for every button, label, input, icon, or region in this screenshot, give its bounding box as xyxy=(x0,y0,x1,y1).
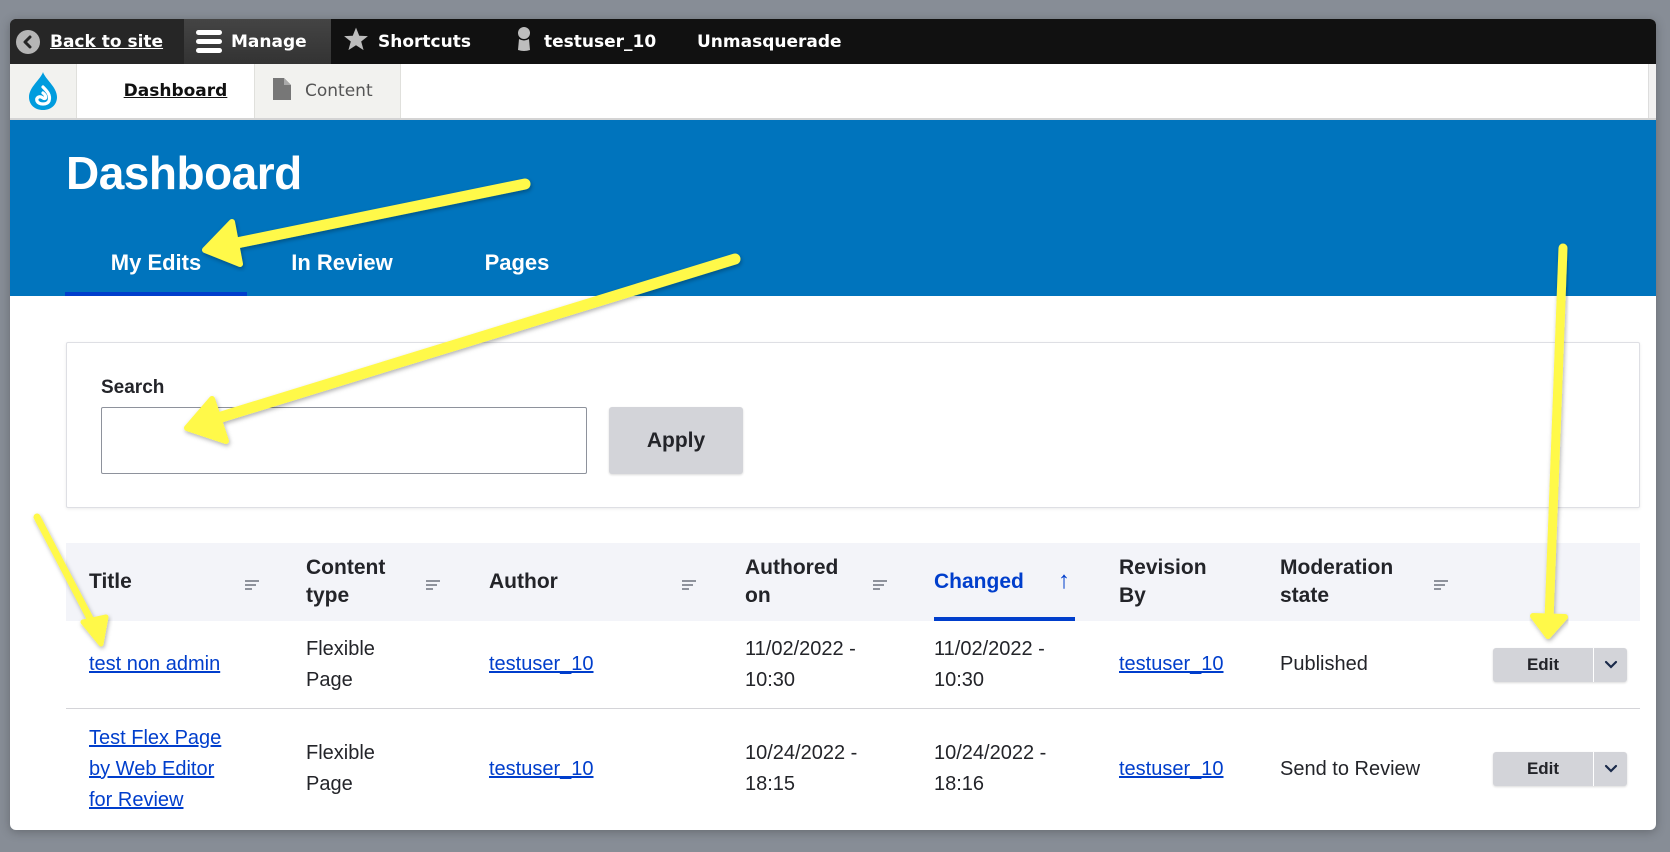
row-moderation-state: Published xyxy=(1280,653,1368,675)
user-icon xyxy=(513,26,535,57)
nav-content-link[interactable]: Content xyxy=(254,64,401,118)
browser-window: Back to site Manage Shortcuts testuser_1… xyxy=(10,19,1656,830)
user-label: testuser_10 xyxy=(544,31,657,52)
chevron-left-icon xyxy=(16,29,40,54)
star-icon xyxy=(343,26,369,57)
apply-button[interactable]: Apply xyxy=(609,407,743,474)
column-header-title[interactable]: Title xyxy=(89,543,329,621)
user-menu-button[interactable]: testuser_10 xyxy=(501,19,681,64)
primary-tabs: My Edits In Review Pages xyxy=(65,223,597,296)
row-authored-on: 11/02/2022 - 10:30 xyxy=(745,637,856,691)
sort-icon xyxy=(245,580,259,592)
drupal-logo[interactable] xyxy=(10,64,77,118)
admin-toolbar: Back to site Manage Shortcuts testuser_1… xyxy=(10,19,1656,64)
row-content-type: Flexible Page xyxy=(306,637,375,691)
drupal-drop-icon xyxy=(29,72,57,110)
row-title-link[interactable]: Test Flex Page by Web Editor for Review xyxy=(89,723,239,816)
table-header: Title Content type Author Authored on Ch… xyxy=(66,543,1640,621)
row-revision-by-link[interactable]: testuser_10 xyxy=(1119,754,1224,785)
search-label: Search xyxy=(101,377,165,398)
manage-menu-button[interactable]: Manage xyxy=(184,19,331,64)
row-authored-on: 10/24/2022 - 18:15 xyxy=(745,742,858,795)
shortcuts-label: Shortcuts xyxy=(378,31,471,52)
sort-icon xyxy=(426,580,440,592)
column-header-moderation-state[interactable]: Moderation state xyxy=(1280,543,1480,621)
search-input[interactable] xyxy=(101,407,587,474)
operations-dropbutton: Edit xyxy=(1493,752,1627,786)
edit-button[interactable]: Edit xyxy=(1493,752,1593,786)
column-header-operations xyxy=(1493,543,1628,621)
tab-pages[interactable]: Pages xyxy=(437,223,597,296)
dropbutton-toggle[interactable] xyxy=(1593,647,1627,682)
content-table: Title Content type Author Authored on Ch… xyxy=(66,543,1640,829)
table-row: test non admin Flexible Page testuser_10… xyxy=(66,621,1640,709)
unmasquerade-link[interactable]: Unmasquerade xyxy=(681,19,854,64)
back-to-site-link[interactable]: Back to site xyxy=(10,19,184,64)
exposed-filters: Search Apply xyxy=(66,342,1640,508)
row-moderation-state: Send to Review xyxy=(1280,757,1421,780)
sort-ascending-icon: ↑ xyxy=(1058,567,1070,594)
nav-dashboard-link[interactable]: Dashboard xyxy=(77,64,254,118)
operations-dropbutton: Edit xyxy=(1493,647,1627,682)
chevron-down-icon xyxy=(1604,764,1617,773)
row-changed: 11/02/2022 - 10:30 xyxy=(934,637,1045,691)
nav-content-label: Content xyxy=(305,81,373,101)
chevron-down-icon xyxy=(1604,660,1617,669)
column-header-content-type[interactable]: Content type xyxy=(306,543,506,621)
sort-icon xyxy=(1434,580,1448,592)
row-author-link[interactable]: testuser_10 xyxy=(489,754,594,785)
row-title-link[interactable]: test non admin xyxy=(89,649,239,680)
column-header-changed[interactable]: Changed ↑ xyxy=(934,543,1104,621)
column-header-author[interactable]: Author xyxy=(489,543,719,621)
hamburger-icon xyxy=(196,30,222,53)
tab-my-edits[interactable]: My Edits xyxy=(65,223,247,296)
table-row: Test Flex Page by Web Editor for Review … xyxy=(66,709,1640,829)
back-to-site-label: Back to site xyxy=(50,31,164,52)
file-icon xyxy=(273,77,291,105)
manage-label: Manage xyxy=(231,31,307,52)
row-revision-by-link[interactable]: testuser_10 xyxy=(1119,649,1224,680)
page-header: Dashboard My Edits In Review Pages xyxy=(10,120,1656,296)
dropbutton-toggle[interactable] xyxy=(1593,752,1627,786)
column-header-authored-on[interactable]: Authored on xyxy=(745,543,925,621)
tab-in-review[interactable]: In Review xyxy=(247,223,437,296)
row-changed: 10/24/2022 - 18:16 xyxy=(934,742,1047,795)
shortcuts-menu-button[interactable]: Shortcuts xyxy=(331,19,501,64)
row-content-type: Flexible Page xyxy=(306,742,375,795)
page-title: Dashboard xyxy=(66,147,302,199)
row-author-link[interactable]: testuser_10 xyxy=(489,649,594,680)
scrollbar[interactable] xyxy=(1648,64,1656,118)
sort-icon xyxy=(873,580,887,592)
column-header-revision-by: Revision By xyxy=(1119,556,1207,607)
secondary-nav: Dashboard Content xyxy=(10,64,1656,120)
sort-icon xyxy=(682,580,696,592)
edit-button[interactable]: Edit xyxy=(1493,648,1593,682)
